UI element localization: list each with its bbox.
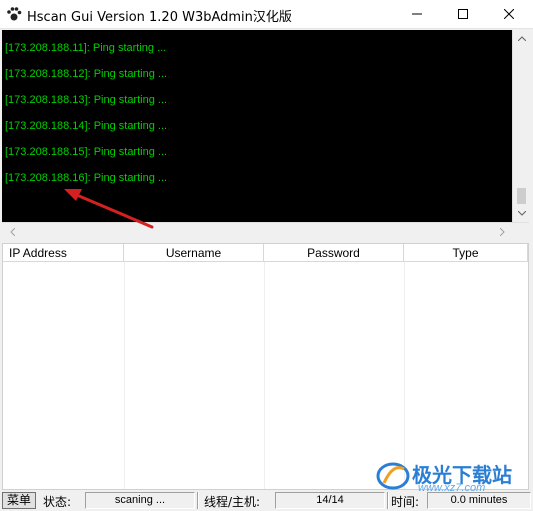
- time-value: 0.0 minutes: [427, 492, 531, 509]
- scroll-up-button[interactable]: [513, 30, 530, 47]
- results-table[interactable]: IP Address Username Password Type: [2, 243, 529, 490]
- column-header-ip[interactable]: IP Address: [3, 244, 124, 262]
- close-icon: [504, 9, 514, 19]
- divider: [197, 492, 199, 509]
- column-divider: [264, 262, 265, 489]
- console-line: [173.208.188.14]: Ping starting ...: [5, 120, 168, 132]
- status-value: scaning ...: [85, 492, 195, 509]
- column-header-password[interactable]: Password: [264, 244, 404, 262]
- close-button[interactable]: [486, 0, 532, 28]
- console-line: [173.208.188.16]: Ping starting ...: [5, 172, 168, 184]
- scroll-right-button[interactable]: [494, 223, 511, 240]
- scroll-thumb[interactable]: [517, 188, 526, 204]
- maximize-button[interactable]: [440, 0, 486, 28]
- console-line: [173.208.188.11]: Ping starting ...: [5, 42, 167, 54]
- paw-icon: [7, 7, 22, 21]
- minimize-icon: [412, 13, 422, 15]
- console-line: [173.208.188.13]: Ping starting ...: [5, 94, 168, 106]
- status-bar: 菜单 状态: scaning ... 线程/主机: 14/14 时间: 0.0 …: [0, 491, 533, 511]
- menu-button[interactable]: 菜单: [2, 492, 36, 509]
- threads-label: 线程/主机:: [204, 495, 261, 509]
- chevron-up-icon: [517, 36, 526, 41]
- console-line: [173.208.188.15]: Ping starting ...: [5, 146, 168, 158]
- column-divider: [404, 262, 405, 489]
- column-divider: [124, 262, 125, 489]
- time-label: 时间:: [391, 495, 420, 509]
- column-header-username[interactable]: Username: [124, 244, 264, 262]
- status-label: 状态:: [43, 495, 72, 509]
- window-title: Hscan Gui Version 1.20 W3bAdmin汉化版: [27, 10, 292, 25]
- divider: [387, 492, 389, 509]
- chevron-left-icon: [10, 227, 15, 236]
- chevron-right-icon: [500, 227, 505, 236]
- console-vertical-scrollbar[interactable]: [512, 30, 530, 222]
- console-line: [173.208.188.12]: Ping starting ...: [5, 68, 168, 80]
- watermark: 极光下载站 www.xz7.com: [376, 459, 528, 494]
- column-header-type[interactable]: Type: [404, 244, 528, 262]
- minimize-button[interactable]: [394, 0, 440, 28]
- watermark-logo-icon: [376, 462, 410, 490]
- chevron-down-icon: [517, 211, 526, 216]
- annotation-arrow: [64, 189, 154, 229]
- scroll-left-button[interactable]: [4, 223, 21, 240]
- threads-value: 14/14: [275, 492, 385, 509]
- title-bar: Hscan Gui Version 1.20 W3bAdmin汉化版: [0, 0, 533, 29]
- scroll-down-button[interactable]: [513, 205, 530, 222]
- maximize-icon: [458, 9, 468, 19]
